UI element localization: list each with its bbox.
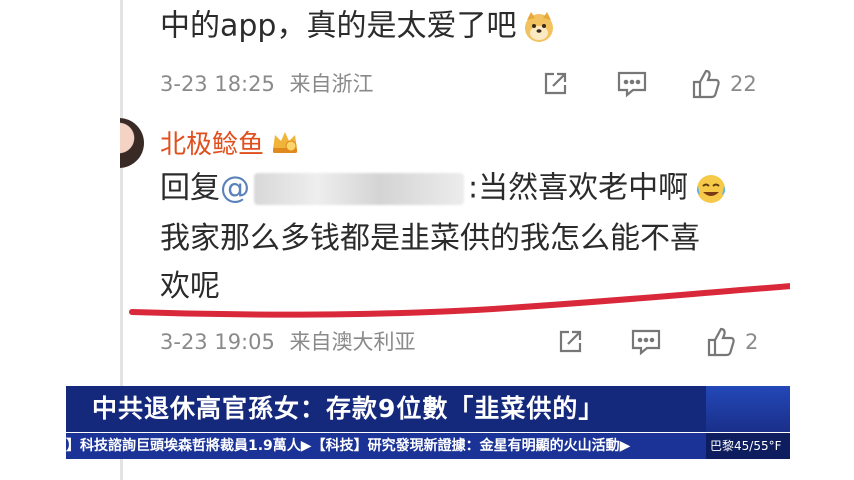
comment2-line1: 回复@ :当然喜欢老中啊 (160, 172, 728, 206)
thumbs-up-icon (692, 69, 720, 99)
comment2-location: 来自澳大利亚 (289, 330, 416, 354)
share-icon (544, 72, 567, 95)
comment-icon (617, 71, 647, 98)
news-ticker: 】科技諮詢巨頭埃森哲將裁員1.9萬人▶【科技】研究發現新證據：金星有明顯的火山活… (66, 433, 706, 459)
right-margin (790, 0, 854, 480)
comment1-share-button[interactable] (540, 68, 570, 100)
vip-crown-icon (270, 129, 300, 162)
share-icon (559, 330, 582, 353)
comment2-like-button[interactable]: 2 (705, 326, 758, 358)
comment1-like-count: 22 (730, 72, 757, 96)
comment1-text-line: 中的app，真的是太爱了吧 (160, 8, 517, 44)
comment2-reply-button[interactable] (630, 326, 662, 358)
ticker-text: 】科技諮詢巨頭埃森哲將裁員1.9萬人▶【科技】研究發現新證據：金星有明顯的火山活… (66, 438, 631, 454)
left-margin (0, 0, 70, 480)
weather-text: 巴黎45/55°F (710, 439, 782, 453)
news-headline-bar: 中共退休高官孫女：存款9位數「韭菜供的」 (66, 386, 790, 432)
comment2-share-button[interactable] (555, 326, 585, 358)
comment1-like-button[interactable]: 22 (690, 68, 757, 100)
username-text: 北极鲶鱼 (160, 130, 265, 160)
comment1-location: 来自浙江 (289, 72, 374, 96)
comment1-text: 中的app，真的是太爱了吧 (160, 10, 556, 44)
comment1-meta: 3-23 18:25 来自浙江 22 (160, 68, 780, 100)
comment1-timestamp: 3-23 18:25 来自浙江 (160, 68, 374, 100)
thumbs-up-icon (707, 327, 735, 357)
reply-body-start: :当然喜欢老中啊 (468, 170, 689, 206)
doge-emoji-icon (522, 10, 556, 44)
laugh-cry-emoji-icon (694, 172, 728, 206)
comment2-time: 3-23 19:05 (160, 330, 275, 354)
comment2-meta: 3-23 19:05 来自澳大利亚 2 (160, 326, 780, 358)
avatar[interactable] (120, 118, 144, 168)
comment2-timestamp: 3-23 19:05 来自澳大利亚 (160, 326, 416, 358)
comment2-line2: 我家那么多钱都是韭菜供的我怎么能不喜 (160, 221, 700, 256)
blurred-username (254, 173, 464, 205)
comment1-time: 3-23 18:25 (160, 72, 275, 96)
comment2-like-count: 2 (745, 330, 759, 354)
comment2-username[interactable]: 北极鲶鱼 (160, 124, 300, 162)
mention-link[interactable]: @ (220, 171, 250, 206)
comment1-reply-button[interactable] (616, 68, 648, 100)
channel-logo-slot (706, 386, 790, 432)
news-headline: 中共退休高官孫女：存款9位數「韭菜供的」 (92, 394, 605, 423)
red-underline-annotation (129, 283, 795, 318)
weather-box: 巴黎45/55°F (706, 433, 790, 459)
reply-prefix: 回复 (160, 170, 220, 206)
comment-icon (631, 329, 661, 356)
